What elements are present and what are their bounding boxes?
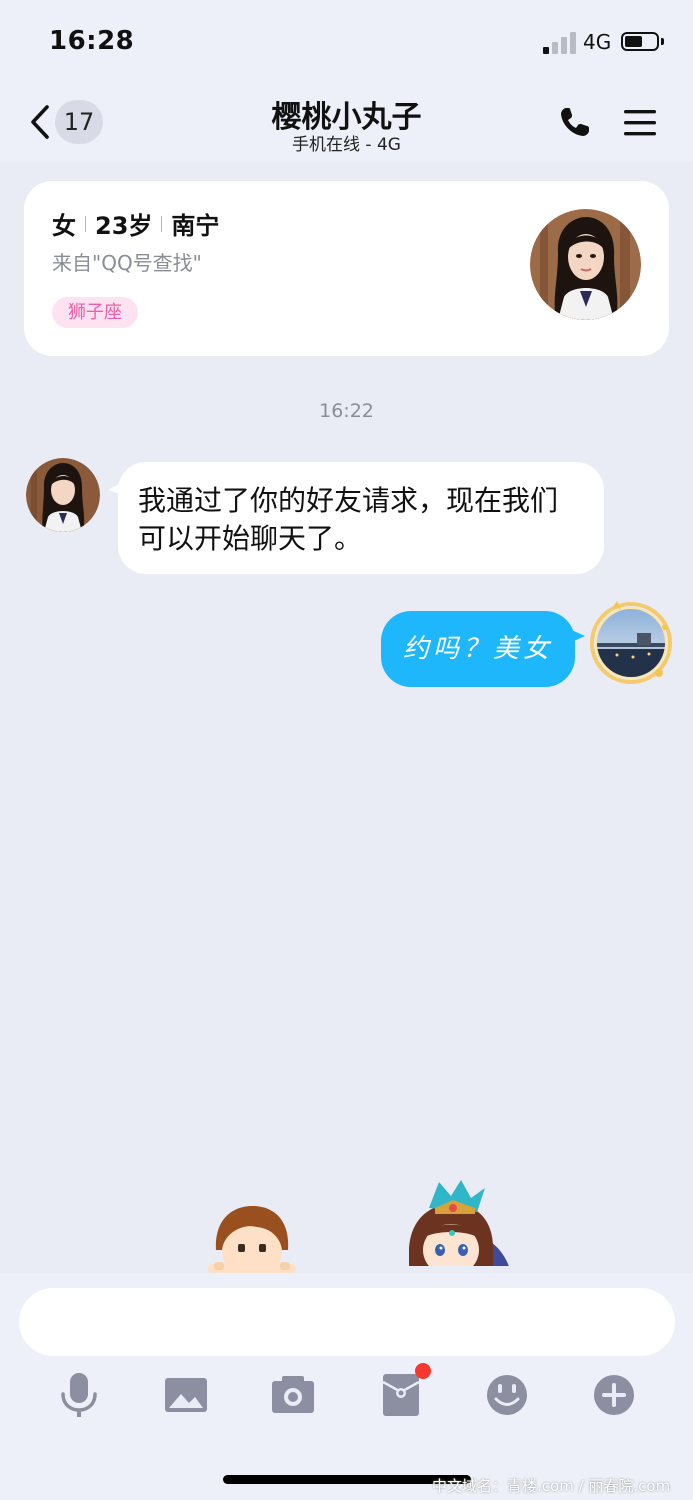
plus-icon[interactable] — [589, 1370, 639, 1420]
cartoon-boy-sticker — [208, 1206, 296, 1273]
watermark-text: 中文域名：青楼.com / 丽春院.com — [432, 1477, 671, 1495]
profile-gender: 女 — [52, 212, 76, 240]
camera-icon[interactable] — [268, 1370, 318, 1420]
signal-strength-icon — [543, 32, 577, 54]
profile-city: 南宁 — [171, 212, 220, 240]
image-icon[interactable] — [161, 1370, 211, 1420]
emoji-icon[interactable] — [482, 1370, 532, 1420]
outgoing-bubble-tail — [567, 628, 585, 644]
status-bar: 16:28 4G — [0, 0, 693, 88]
contact-avatar[interactable] — [530, 209, 641, 320]
divider — [85, 216, 86, 232]
cartoon-warrior-sticker — [395, 1180, 515, 1273]
battery-level — [625, 36, 642, 47]
divider — [161, 216, 163, 232]
battery-icon — [621, 32, 659, 51]
chat-header: 17 樱桃小丸子 手机在线 - 4G — [0, 88, 693, 162]
profile-age: 23岁 — [95, 212, 153, 240]
contact-online-status: 手机在线 - 4G — [292, 135, 401, 155]
outgoing-message-bubble[interactable]: 约吗？美女 — [381, 611, 575, 687]
unread-count-badge[interactable]: 17 — [55, 100, 103, 144]
hamburger-menu-icon[interactable] — [623, 108, 657, 138]
network-type: 4G — [583, 30, 612, 54]
my-avatar[interactable] — [587, 597, 675, 685]
notification-dot — [415, 1363, 431, 1379]
zodiac-tag: 狮子座 — [52, 297, 138, 328]
phone-icon[interactable] — [558, 105, 592, 139]
message-input[interactable] — [19, 1288, 675, 1356]
microphone-icon[interactable] — [54, 1370, 104, 1420]
profile-source: 来自"QQ号查找" — [52, 251, 202, 275]
status-time: 16:28 — [49, 26, 135, 56]
incoming-message-bubble[interactable]: 我通过了你的好友请求，现在我们可以开始聊天了。 — [118, 462, 604, 574]
battery-tip — [661, 38, 664, 45]
profile-summary: 女 23岁 南宁 — [52, 206, 219, 241]
contact-avatar-small[interactable] — [26, 458, 100, 532]
chat-timestamp: 16:22 — [319, 400, 374, 422]
chevron-left-icon[interactable] — [27, 104, 55, 140]
profile-card[interactable]: 女 23岁 南宁 来自"QQ号查找" 狮子座 — [24, 181, 669, 356]
